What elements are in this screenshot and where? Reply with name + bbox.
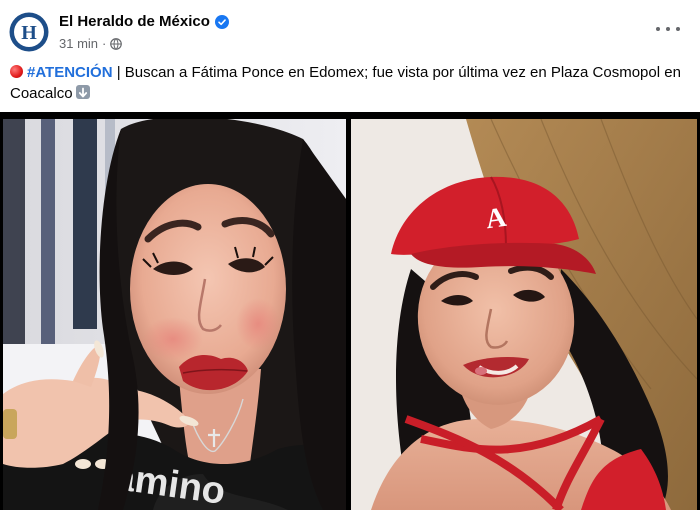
red-circle-emoji [10,65,23,78]
down-arrow-icon [78,87,87,98]
page-avatar[interactable]: H [9,12,49,52]
post-header: H El Heraldo de México 31 min · [0,0,700,58]
photo-left[interactable]: amino [3,119,346,510]
more-dot [656,27,660,31]
facebook-post: H El Heraldo de México 31 min · #ATENCIÓ… [0,0,700,510]
avatar-letter: H [21,22,37,44]
down-arrow-emoji [75,85,90,99]
photo-grid: amino A [0,112,700,510]
page-name-label[interactable]: El Heraldo de México [59,13,210,30]
hashtag-link[interactable]: #ATENCIÓN [27,64,113,81]
more-dot [666,27,670,31]
more-options-icon[interactable] [656,22,680,36]
globe-icon[interactable] [110,37,123,50]
photo-left-image: amino [3,119,346,510]
post-meta: 31 min · [59,36,123,51]
photo-right-image: A [351,119,697,510]
post-timestamp[interactable]: 31 min [59,36,98,51]
photo-right[interactable]: A [351,119,697,510]
meta-separator: · [102,36,107,51]
page-name[interactable]: El Heraldo de México [59,13,229,30]
more-dot [676,27,680,31]
post-text: #ATENCIÓN | Buscan a Fátima Ponce en Edo… [10,62,686,104]
verified-badge-icon [214,14,229,29]
